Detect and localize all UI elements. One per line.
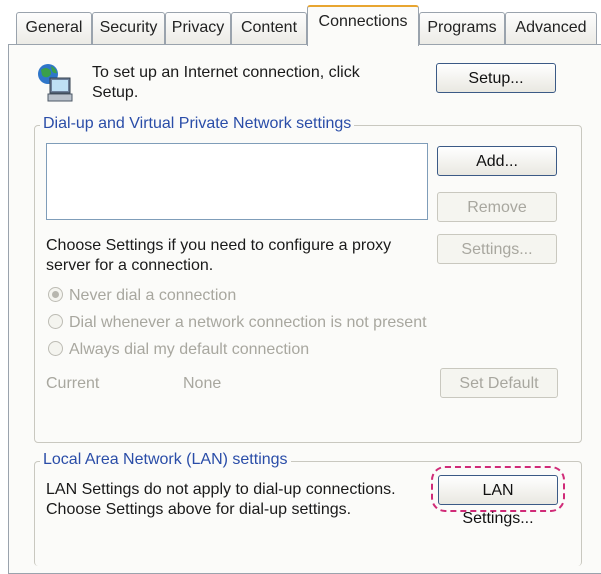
radio-never-label: Never dial a connection <box>69 287 237 304</box>
proxy-text-line2: server for a connection. <box>46 257 214 274</box>
radio-always-dial: Always dial my default connection <box>48 339 309 361</box>
radio-button <box>48 287 63 302</box>
settings-button: Settings... <box>437 234 557 264</box>
radio-button <box>48 341 63 356</box>
globe-computer-icon <box>36 62 76 104</box>
setup-text-line1: To set up an Internet connection, click <box>92 64 360 81</box>
tab-content[interactable]: Content <box>231 12 307 44</box>
add-button[interactable]: Add... <box>437 146 557 176</box>
current-value: None <box>183 375 222 392</box>
connections-list[interactable] <box>46 143 428 220</box>
tab-general[interactable]: General <box>16 12 92 44</box>
setup-text-line2: Setup. <box>92 84 139 101</box>
proxy-text-line1: Choose Settings if you need to configure… <box>46 237 392 254</box>
radio-whenever-label: Dial whenever a network connection is no… <box>69 314 427 331</box>
lan-text-line2: Choose Settings above for dial-up settin… <box>46 501 352 518</box>
set-default-button: Set Default <box>440 368 558 398</box>
tab-programs[interactable]: Programs <box>419 12 505 44</box>
remove-button: Remove <box>437 192 557 222</box>
tab-strip: General Security Privacy Content Connect… <box>0 0 601 48</box>
lan-settings-button[interactable]: LAN Settings... <box>438 475 558 527</box>
tab-privacy[interactable]: Privacy <box>165 12 231 44</box>
setup-button[interactable]: Setup... <box>436 63 556 93</box>
radio-button <box>48 314 63 329</box>
current-label: Current <box>46 375 100 392</box>
radio-never-dial: Never dial a connection <box>48 285 236 307</box>
radio-dial-whenever: Dial whenever a network connection is no… <box>48 312 427 334</box>
tab-advanced[interactable]: Advanced <box>505 12 597 44</box>
dialup-legend: Dial-up and Virtual Private Network sett… <box>40 115 355 133</box>
lan-legend: Local Area Network (LAN) settings <box>40 451 291 469</box>
tab-connections[interactable]: Connections <box>307 5 419 46</box>
lan-text-line1: LAN Settings do not apply to dial-up con… <box>46 481 396 498</box>
radio-always-label: Always dial my default connection <box>69 341 310 358</box>
tab-security[interactable]: Security <box>92 12 165 44</box>
